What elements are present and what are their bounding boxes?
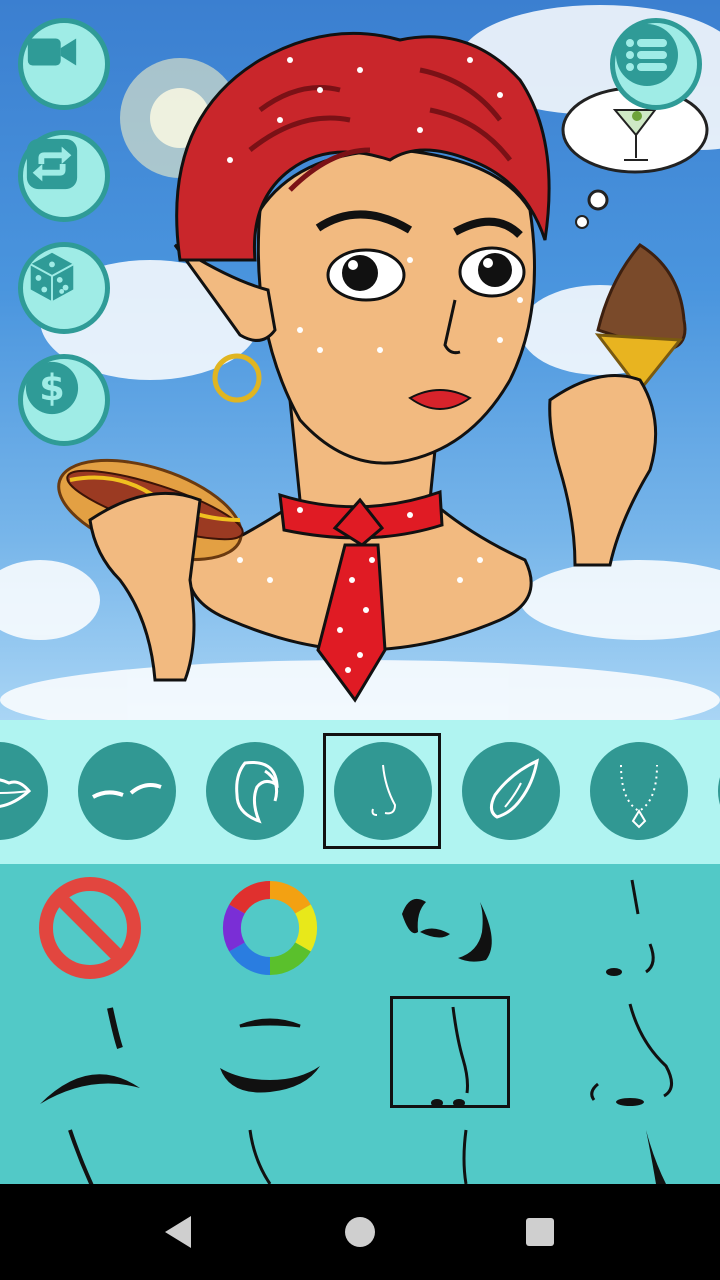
nose-style-icon	[590, 1003, 673, 1106]
category-ears[interactable]	[462, 742, 560, 840]
nose-style-icon	[646, 1130, 666, 1184]
svg-text:$: $	[39, 367, 65, 410]
face	[256, 148, 536, 465]
option-nose-1[interactable]	[390, 872, 510, 984]
nose-style-icon	[248, 1129, 272, 1184]
option-nose-9[interactable]	[390, 1120, 510, 1184]
lips-icon	[0, 778, 32, 808]
eyebrows-icon	[92, 783, 162, 799]
feature-category-bar	[0, 720, 720, 864]
nose-style-icon	[606, 879, 655, 976]
category-nose[interactable]	[334, 742, 432, 840]
dollar-icon: $	[25, 361, 79, 415]
color-wheel-icon	[222, 880, 318, 976]
list-menu-icon	[616, 24, 678, 86]
nose-style-icon	[431, 1006, 469, 1107]
dice-icon	[30, 252, 74, 302]
system-navigation-bar	[0, 1184, 720, 1280]
swap-button[interactable]	[18, 130, 110, 222]
home-circle-icon	[345, 1217, 375, 1247]
record-video-button[interactable]	[18, 18, 110, 110]
option-nose-2[interactable]	[570, 872, 690, 984]
option-nose-10[interactable]	[570, 1120, 690, 1184]
category-necklace[interactable]	[590, 742, 688, 840]
option-nose-8[interactable]	[210, 1120, 330, 1184]
option-nose-5[interactable]	[390, 996, 510, 1108]
randomize-button[interactable]	[18, 242, 110, 334]
option-nose-3[interactable]	[30, 996, 150, 1108]
recents-button[interactable]	[516, 1208, 564, 1256]
prohibited-icon	[39, 877, 141, 979]
elf-ear-icon	[490, 758, 539, 819]
category-hair[interactable]	[206, 742, 304, 840]
repeat-icon	[26, 138, 78, 190]
back-triangle-icon	[165, 1216, 191, 1248]
character-illustration	[0, 5, 720, 720]
option-color-picker[interactable]	[210, 872, 330, 984]
option-nose-6[interactable]	[570, 996, 690, 1108]
option-none[interactable]	[30, 872, 150, 984]
nose-style-icon	[220, 1018, 320, 1093]
nose-style-icon	[68, 1129, 94, 1184]
necklace-icon	[620, 764, 658, 829]
video-camera-icon	[27, 38, 77, 66]
option-nose-4[interactable]	[210, 996, 330, 1108]
recents-square-icon	[526, 1218, 554, 1246]
menu-button[interactable]	[610, 18, 702, 110]
nose-icon	[371, 764, 397, 816]
category-eyebrows[interactable]	[78, 742, 176, 840]
thought-bubble	[561, 86, 709, 229]
category-lips[interactable]	[0, 742, 48, 840]
shop-button[interactable]: $	[18, 354, 110, 446]
style-options-grid	[0, 864, 720, 1184]
nose-style-icon	[462, 1129, 468, 1184]
home-button[interactable]	[336, 1208, 384, 1256]
avatar-canvas: $	[0, 0, 720, 720]
option-nose-7[interactable]	[30, 1120, 150, 1184]
nose-style-icon	[40, 1007, 140, 1104]
back-button[interactable]	[154, 1208, 202, 1256]
hoop-earring	[212, 353, 262, 403]
nose-style-icon	[402, 898, 492, 962]
hair-icon	[235, 760, 279, 824]
